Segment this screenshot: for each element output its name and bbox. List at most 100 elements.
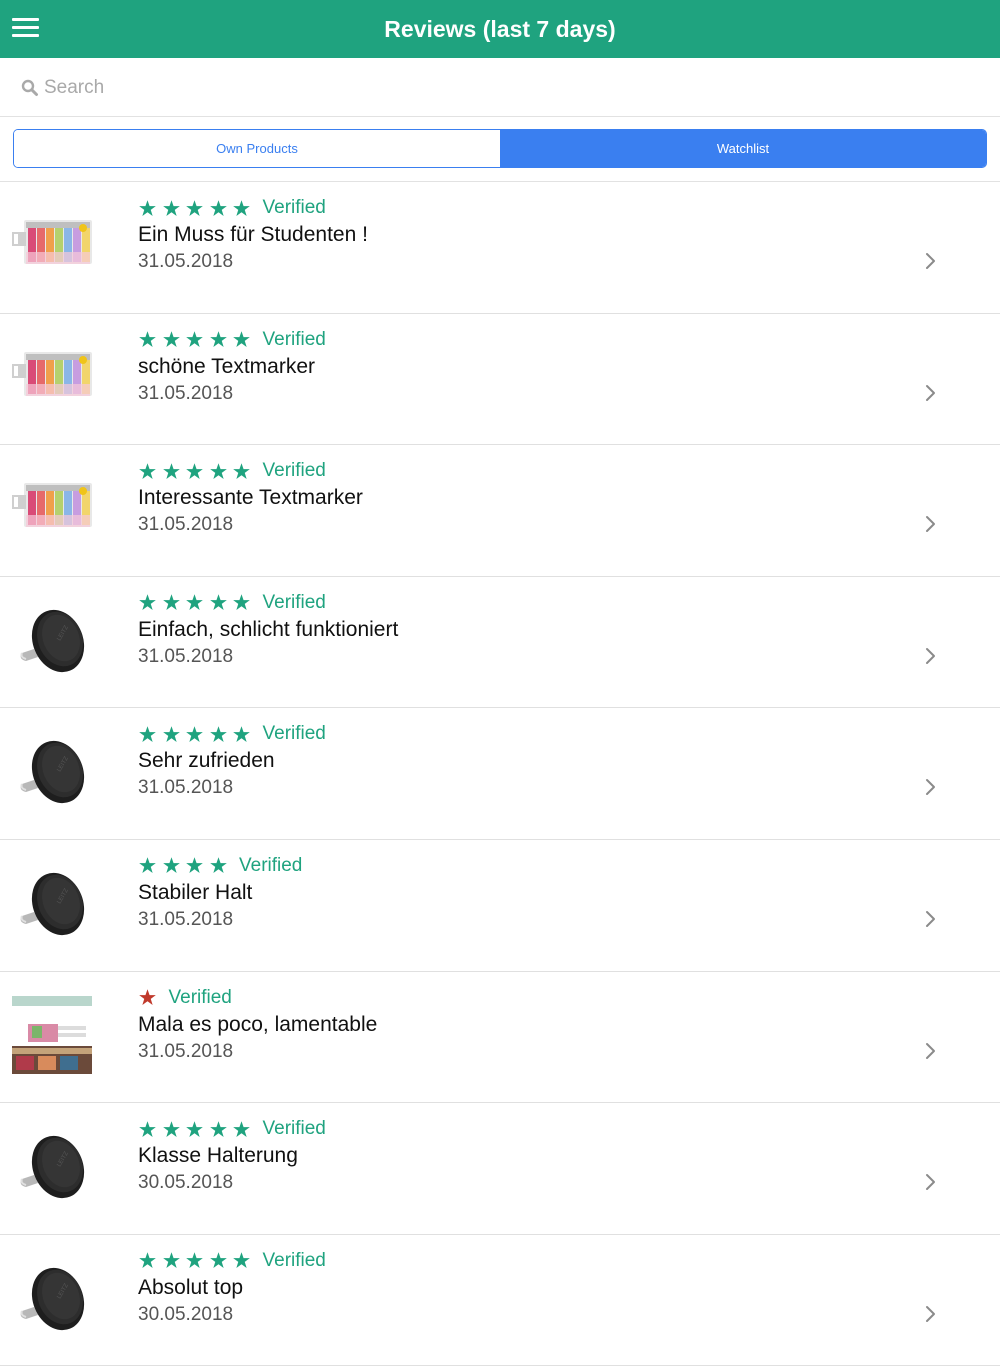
- review-title: Sehr zufrieden: [138, 749, 275, 773]
- review-row[interactable]: Verified schöne Textmarker 31.05.2018: [0, 314, 1000, 446]
- star-icon: [232, 722, 256, 746]
- star-icon: [232, 196, 256, 220]
- chevron-right-icon[interactable]: [925, 1042, 937, 1060]
- page-title: Reviews (last 7 days): [384, 16, 616, 42]
- verified-badge: Verified: [262, 1249, 326, 1271]
- chevron-right-icon[interactable]: [925, 1305, 937, 1323]
- star-icon: [209, 854, 233, 878]
- review-date: 31.05.2018: [138, 1040, 234, 1062]
- tab-watchlist[interactable]: Watchlist: [500, 130, 986, 167]
- review-row[interactable]: Verified Interessante Textmarker 31.05.201…: [0, 445, 1000, 577]
- review-row[interactable]: Verified Ein Muss für Studenten ! 31.05.20…: [0, 182, 1000, 314]
- star-icon: [185, 854, 209, 878]
- star-icon: [162, 196, 186, 220]
- review-list: Verified Ein Muss für Studenten ! 31.05.20…: [0, 181, 1000, 1366]
- verified-badge: Verified: [168, 986, 232, 1008]
- star-rating: [138, 1249, 256, 1273]
- magnetic-phone-holder-icon: [12, 1259, 92, 1339]
- star-icon: [162, 1249, 186, 1273]
- review-title: schöne Textmarker: [138, 354, 316, 378]
- star-icon: [162, 328, 186, 352]
- verified-badge: Verified: [262, 460, 326, 482]
- magnetic-phone-holder-icon: [12, 732, 92, 812]
- star-icon: [185, 196, 209, 220]
- search-bar: [0, 58, 1000, 117]
- star-rating: [138, 459, 256, 483]
- star-rating: [138, 722, 256, 746]
- star-icon: [162, 722, 186, 746]
- review-title: Interessante Textmarker: [138, 486, 363, 510]
- star-icon: [138, 459, 162, 483]
- magnetic-phone-holder-icon: [12, 864, 92, 944]
- search-icon: [21, 79, 38, 96]
- review-date: 31.05.2018: [138, 645, 234, 667]
- star-icon: [138, 986, 162, 1010]
- star-icon: [185, 459, 209, 483]
- search-input[interactable]: [44, 74, 944, 102]
- highlighter-pack-icon: [12, 338, 92, 418]
- star-icon: [138, 1117, 162, 1141]
- star-rating: [138, 854, 232, 878]
- review-date: 31.05.2018: [138, 514, 234, 536]
- tab-own-products[interactable]: Own Products: [14, 130, 500, 167]
- star-rating: [138, 328, 256, 352]
- nav-bar: Reviews (last 7 days): [0, 0, 1000, 58]
- star-icon: [232, 591, 256, 615]
- review-row[interactable]: Verified Stabiler Halt 31.05.2018: [0, 840, 1000, 972]
- review-date: 31.05.2018: [138, 777, 234, 799]
- review-title: Klasse Halterung: [138, 1144, 298, 1168]
- star-icon: [209, 328, 233, 352]
- rating-line: Verified: [138, 459, 326, 483]
- review-title: Mala es poco, lamentable: [138, 1012, 378, 1036]
- star-icon: [138, 1249, 162, 1273]
- chevron-right-icon[interactable]: [925, 910, 937, 928]
- star-icon: [209, 196, 233, 220]
- rating-line: Verified: [138, 1117, 326, 1141]
- star-icon: [209, 459, 233, 483]
- star-rating: [138, 591, 256, 615]
- chevron-right-icon[interactable]: [925, 515, 937, 533]
- review-row[interactable]: Verified Mala es poco, lamentable 31.05.20…: [0, 972, 1000, 1104]
- star-icon: [232, 328, 256, 352]
- star-icon: [138, 722, 162, 746]
- star-icon: [232, 1249, 256, 1273]
- rating-line: Verified: [138, 328, 326, 352]
- star-icon: [185, 328, 209, 352]
- review-row[interactable]: Verified Klasse Halterung 30.05.2018: [0, 1103, 1000, 1235]
- rating-line: Verified: [138, 591, 326, 615]
- review-row[interactable]: Verified Sehr zufrieden 31.05.2018: [0, 708, 1000, 840]
- star-icon: [162, 459, 186, 483]
- star-icon: [185, 1249, 209, 1273]
- rating-line: Verified: [138, 196, 326, 220]
- verified-badge: Verified: [262, 197, 326, 218]
- chevron-right-icon[interactable]: [925, 647, 937, 665]
- rating-line: Verified: [138, 854, 302, 878]
- highlighter-pack-icon: [12, 469, 92, 549]
- chevron-right-icon[interactable]: [925, 778, 937, 796]
- verified-badge: Verified: [262, 328, 326, 350]
- review-title: Absolut top: [138, 1275, 244, 1299]
- verified-badge: Verified: [239, 854, 303, 876]
- rating-line: Verified: [138, 986, 232, 1010]
- review-title: Einfach, schlicht funktioniert: [138, 617, 399, 641]
- review-title: Stabiler Halt: [138, 880, 253, 904]
- star-icon: [138, 854, 162, 878]
- star-icon: [138, 196, 162, 220]
- rating-line: Verified: [138, 1249, 326, 1273]
- chevron-right-icon[interactable]: [925, 384, 937, 402]
- star-icon: [185, 591, 209, 615]
- star-icon: [232, 459, 256, 483]
- review-title: Ein Muss für Studenten !: [138, 223, 368, 246]
- review-row[interactable]: Verified Absolut top 30.05.2018: [0, 1235, 1000, 1366]
- star-rating: [138, 986, 162, 1010]
- review-row[interactable]: Verified Einfach, schlicht funktioniert 31…: [0, 577, 1000, 709]
- highlighter-pack-icon: [12, 206, 92, 286]
- product-photo-icon: [12, 996, 92, 1076]
- verified-badge: Verified: [262, 591, 326, 613]
- chevron-right-icon[interactable]: [925, 1173, 937, 1191]
- star-icon: [138, 328, 162, 352]
- star-icon: [209, 722, 233, 746]
- rating-line: Verified: [138, 722, 326, 746]
- star-icon: [232, 1117, 256, 1141]
- chevron-right-icon[interactable]: [925, 252, 937, 270]
